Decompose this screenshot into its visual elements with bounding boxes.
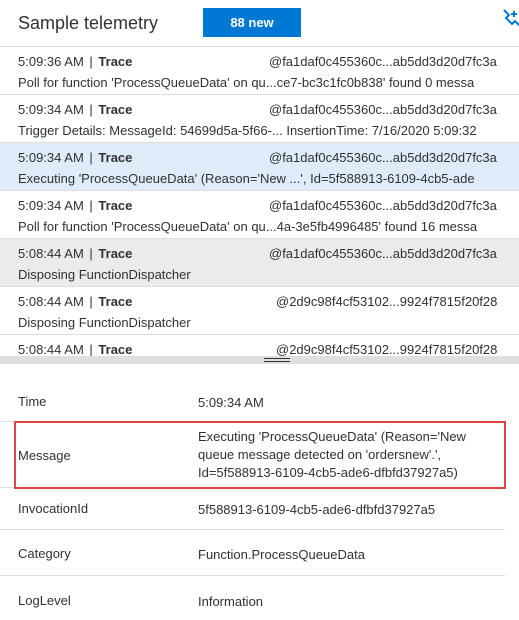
row-operation-id: @fa1daf0c455360c...ab5dd3d20d7fc3a <box>269 198 497 213</box>
telemetry-row-selected[interactable]: 5:09:34 AM | Trace @fa1daf0c455360c...ab… <box>0 143 519 191</box>
row-operation-id: @2d9c98f4cf53102...9924f7815f20f28 <box>276 294 498 309</box>
telemetry-list[interactable]: 5:09:36 AM | Trace @fa1daf0c455360c...ab… <box>0 46 519 356</box>
invocation-id-value: 5f588913-6109-4cb5-ade6-dfbfd37927a5 <box>198 502 436 517</box>
pane-splitter[interactable] <box>0 356 519 364</box>
row-message: Disposing FunctionDispatcher <box>18 267 191 282</box>
row-type: Trace <box>98 198 133 213</box>
pin-plus-icon[interactable] <box>500 8 519 30</box>
row-time: 5:09:34 AM <box>18 150 84 165</box>
row-operation-id: @fa1daf0c455360c...ab5dd3d20d7fc3a <box>269 102 497 117</box>
row-operation-id: @2d9c98f4cf53102...9924f7815f20f28 <box>276 342 498 356</box>
panel-title: Sample telemetry <box>18 13 159 33</box>
row-message: Disposing FunctionDispatcher <box>18 315 191 330</box>
telemetry-row-hovered[interactable]: 5:08:44 AM | Trace @fa1daf0c455360c...ab… <box>0 239 519 287</box>
row-separator: | <box>89 246 93 261</box>
row-separator: | <box>89 54 93 69</box>
telemetry-row[interactable]: 5:09:36 AM | Trace @fa1daf0c455360c...ab… <box>0 47 519 95</box>
row-message: Poll for function 'ProcessQueueData' on … <box>18 219 478 234</box>
category-value: Function.ProcessQueueData <box>198 547 365 562</box>
row-separator: | <box>89 342 93 356</box>
loglevel-label: LogLevel <box>18 593 71 608</box>
telemetry-row[interactable]: 5:09:34 AM | Trace @fa1daf0c455360c...ab… <box>0 191 519 239</box>
message-highlight-box <box>14 421 506 489</box>
detail-row-invocation-id: InvocationId 5f588913-6109-4cb5-ade6-dfb… <box>0 488 505 530</box>
time-value: 5:09:34 AM <box>198 395 264 410</box>
row-type: Trace <box>98 294 133 309</box>
row-time: 5:08:44 AM <box>18 342 84 356</box>
row-type: Trace <box>98 150 133 165</box>
telemetry-row[interactable]: 5:08:44 AM | Trace @2d9c98f4cf53102...99… <box>0 335 519 356</box>
loglevel-value: Information <box>198 594 264 609</box>
row-operation-id: @fa1daf0c455360c...ab5dd3d20d7fc3a <box>269 150 497 165</box>
row-type: Trace <box>98 54 133 69</box>
detail-row-category: Category Function.ProcessQueueData <box>0 530 505 576</box>
row-time: 5:08:44 AM <box>18 294 84 309</box>
row-type: Trace <box>98 342 133 356</box>
telemetry-row[interactable]: 5:09:34 AM | Trace @fa1daf0c455360c...ab… <box>0 95 519 143</box>
detail-row-time: Time 5:09:34 AM <box>0 380 505 422</box>
detail-row-loglevel: LogLevel Information <box>0 576 505 620</box>
row-operation-id: @fa1daf0c455360c...ab5dd3d20d7fc3a <box>269 54 497 69</box>
row-separator: | <box>89 102 93 117</box>
row-separator: | <box>89 198 93 213</box>
telemetry-row[interactable]: 5:08:44 AM | Trace @2d9c98f4cf53102...99… <box>0 287 519 335</box>
time-label: Time <box>18 394 47 409</box>
row-time: 5:09:34 AM <box>18 198 84 213</box>
row-time: 5:08:44 AM <box>18 246 84 261</box>
row-time: 5:09:34 AM <box>18 102 84 117</box>
invocation-id-label: InvocationId <box>18 501 89 516</box>
splitter-grip-icon[interactable] <box>264 356 290 364</box>
row-type: Trace <box>98 246 133 261</box>
row-time: 5:09:36 AM <box>18 54 84 69</box>
category-label: Category <box>18 546 71 561</box>
telemetry-header: Sample telemetry 88 new <box>0 0 519 44</box>
row-separator: | <box>89 294 93 309</box>
row-operation-id: @fa1daf0c455360c...ab5dd3d20d7fc3a <box>269 246 497 261</box>
row-type: Trace <box>98 102 133 117</box>
row-message: Executing 'ProcessQueueData' (Reason='Ne… <box>18 171 475 186</box>
row-message: Trigger Details: MessageId: 54699d5a-5f6… <box>18 123 477 138</box>
row-message: Poll for function 'ProcessQueueData' on … <box>18 75 475 90</box>
row-separator: | <box>89 150 93 165</box>
new-items-button[interactable]: 88 new <box>203 8 301 37</box>
